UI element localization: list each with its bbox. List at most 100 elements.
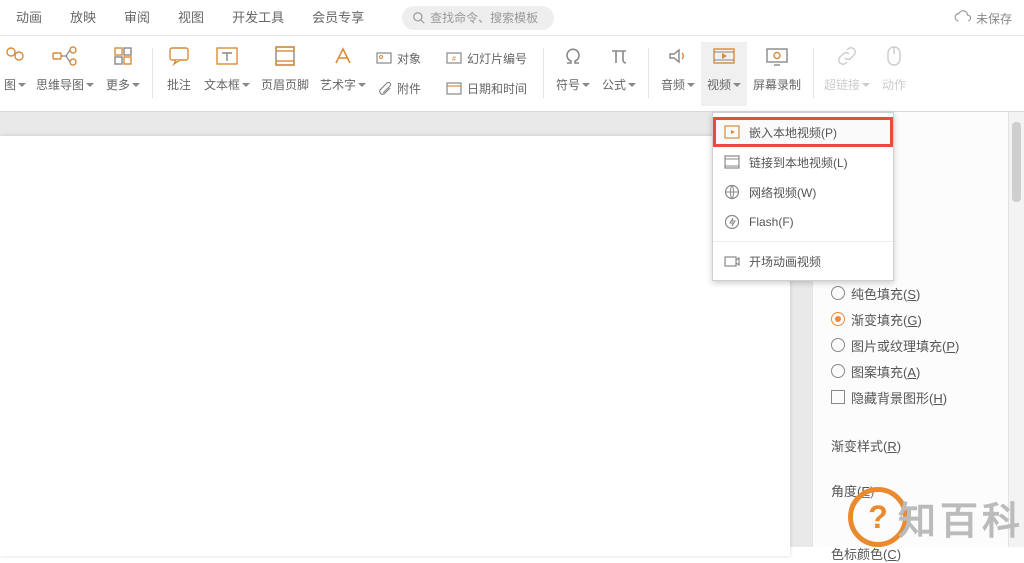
fill-pattern-radio[interactable]: 图案填充(A) <box>831 358 1010 384</box>
slide-number-button[interactable]: # 幻灯片编号 <box>441 44 537 72</box>
object-button[interactable]: 对象 <box>371 44 441 72</box>
tab-review[interactable]: 审阅 <box>110 0 164 36</box>
header-footer-label: 页眉页脚 <box>261 76 309 93</box>
wordart-button[interactable]: 艺术字 <box>315 42 371 106</box>
hide-bg-checkbox[interactable]: 隐藏背景图形(H) <box>831 384 1010 410</box>
symbol-label: 符号 <box>556 76 580 93</box>
action-button: 动作 <box>874 42 914 106</box>
menu-web-video-label: 网络视频(W) <box>749 184 816 201</box>
speaker-icon <box>667 45 689 67</box>
textbox-button[interactable]: 文本框 <box>199 42 255 106</box>
search-input[interactable]: 查找命令、搜索模板 <box>402 6 554 30</box>
slide-number-icon: # <box>446 50 462 66</box>
svg-text:#: # <box>452 56 456 63</box>
video-icon <box>712 45 736 67</box>
mindmap-button[interactable]: 思维导图 <box>30 42 100 106</box>
search-placeholder: 查找命令、搜索模板 <box>430 9 538 26</box>
save-status[interactable]: 未保存 <box>954 0 1012 36</box>
cloud-unsaved-icon <box>954 9 972 27</box>
camera-icon <box>724 254 740 268</box>
tab-show[interactable]: 放映 <box>56 0 110 36</box>
menu-opening-anim-label: 开场动画视频 <box>749 253 821 270</box>
tab-view[interactable]: 视图 <box>164 0 218 36</box>
textbox-label: 文本框 <box>204 76 240 93</box>
fill-solid-label: 纯色填充 <box>851 287 903 302</box>
separator <box>543 48 544 98</box>
slide-canvas[interactable] <box>0 136 790 556</box>
wordart-label: 艺术字 <box>320 76 356 93</box>
screen-record-button[interactable]: 屏幕录制 <box>747 42 807 106</box>
separator <box>152 48 153 98</box>
object-icon <box>376 50 392 66</box>
fill-gradient-label: 渐变填充 <box>851 313 903 328</box>
chart-button[interactable]: 图 <box>0 42 30 106</box>
attachment-button[interactable]: 附件 <box>371 74 441 102</box>
mindmap-label: 思维导图 <box>36 76 84 93</box>
more-button[interactable]: 更多 <box>100 42 146 106</box>
omega-icon <box>562 45 584 67</box>
chart-label: 图 <box>4 76 16 93</box>
fill-pattern-label: 图案填充 <box>851 365 903 380</box>
audio-label: 音频 <box>661 76 685 93</box>
hyperlink-label: 超链接 <box>824 76 860 93</box>
separator <box>648 48 649 98</box>
watermark-text: 知百科 <box>898 490 1024 545</box>
more-label: 更多 <box>106 76 130 93</box>
gradient-style-label: 渐变样式(R) <box>831 436 1010 455</box>
hide-bg-label: 隐藏背景图形 <box>851 391 929 406</box>
screen-record-icon <box>765 45 789 67</box>
video-button[interactable]: 视频 <box>701 42 747 106</box>
globe-icon <box>724 184 740 200</box>
scrollbar-thumb[interactable] <box>1012 122 1021 202</box>
menu-flash[interactable]: Flash(F) <box>713 207 893 237</box>
calendar-icon <box>446 80 462 96</box>
fill-solid-radio[interactable]: 纯色填充(S) <box>831 280 1010 306</box>
video-label: 视频 <box>707 76 731 93</box>
tab-animation[interactable]: 动画 <box>2 0 56 36</box>
mouse-icon <box>884 45 904 67</box>
datetime-label: 日期和时间 <box>467 80 527 97</box>
menu-embed-local-label: 嵌入本地视频(P) <box>749 124 837 141</box>
comment-button[interactable]: 批注 <box>159 42 199 106</box>
object-label: 对象 <box>397 50 421 67</box>
audio-button[interactable]: 音频 <box>655 42 701 106</box>
film-icon <box>724 125 740 139</box>
symbol-button[interactable]: 符号 <box>550 42 596 106</box>
menu-embed-local-video[interactable]: 嵌入本地视频(P) <box>713 117 893 147</box>
insert-small-group: 对象 附件 <box>371 42 441 102</box>
tab-devtools[interactable]: 开发工具 <box>218 0 298 36</box>
menu-link-local-video[interactable]: 链接到本地视频(L) <box>713 147 893 177</box>
insert-small-group-2: # 幻灯片编号 日期和时间 <box>441 42 537 102</box>
action-label: 动作 <box>882 76 906 93</box>
comment-icon <box>168 45 190 67</box>
save-status-label: 未保存 <box>976 10 1012 27</box>
hyperlink-button: 超链接 <box>820 42 874 106</box>
menu-flash-label: Flash(F) <box>749 215 794 229</box>
menu-opening-animation[interactable]: 开场动画视频 <box>713 246 893 276</box>
screen-record-label: 屏幕录制 <box>753 76 801 93</box>
fill-picture-label: 图片或纹理填充 <box>851 339 942 354</box>
textbox-icon <box>215 45 239 67</box>
chart-icon <box>3 44 27 68</box>
link-icon <box>836 45 858 67</box>
slide-number-label: 幻灯片编号 <box>467 50 527 67</box>
watermark: ? 知百科 <box>848 487 1024 547</box>
film-link-icon <box>724 155 740 169</box>
header-footer-button[interactable]: 页眉页脚 <box>255 42 315 106</box>
pi-icon <box>608 45 630 67</box>
mindmap-icon <box>51 45 79 67</box>
ribbon-toolbar: 图 思维导图 更多 批注 文本框 页眉页脚 艺术字 对象 附件 <box>0 36 1024 112</box>
header-footer-icon <box>273 45 297 67</box>
datetime-button[interactable]: 日期和时间 <box>441 74 537 102</box>
paperclip-icon <box>376 80 392 96</box>
comment-label: 批注 <box>167 76 191 93</box>
equation-button[interactable]: 公式 <box>596 42 642 106</box>
fill-picture-radio[interactable]: 图片或纹理填充(P) <box>831 332 1010 358</box>
video-dropdown-menu: 嵌入本地视频(P) 链接到本地视频(L) 网络视频(W) Flash(F) 开场… <box>712 112 894 281</box>
menu-web-video[interactable]: 网络视频(W) <box>713 177 893 207</box>
separator <box>813 48 814 98</box>
vertical-scrollbar[interactable] <box>1008 112 1024 547</box>
fill-gradient-radio[interactable]: 渐变填充(G) <box>831 306 1010 332</box>
tab-member[interactable]: 会员专享 <box>298 0 378 36</box>
menu-separator <box>713 241 893 242</box>
